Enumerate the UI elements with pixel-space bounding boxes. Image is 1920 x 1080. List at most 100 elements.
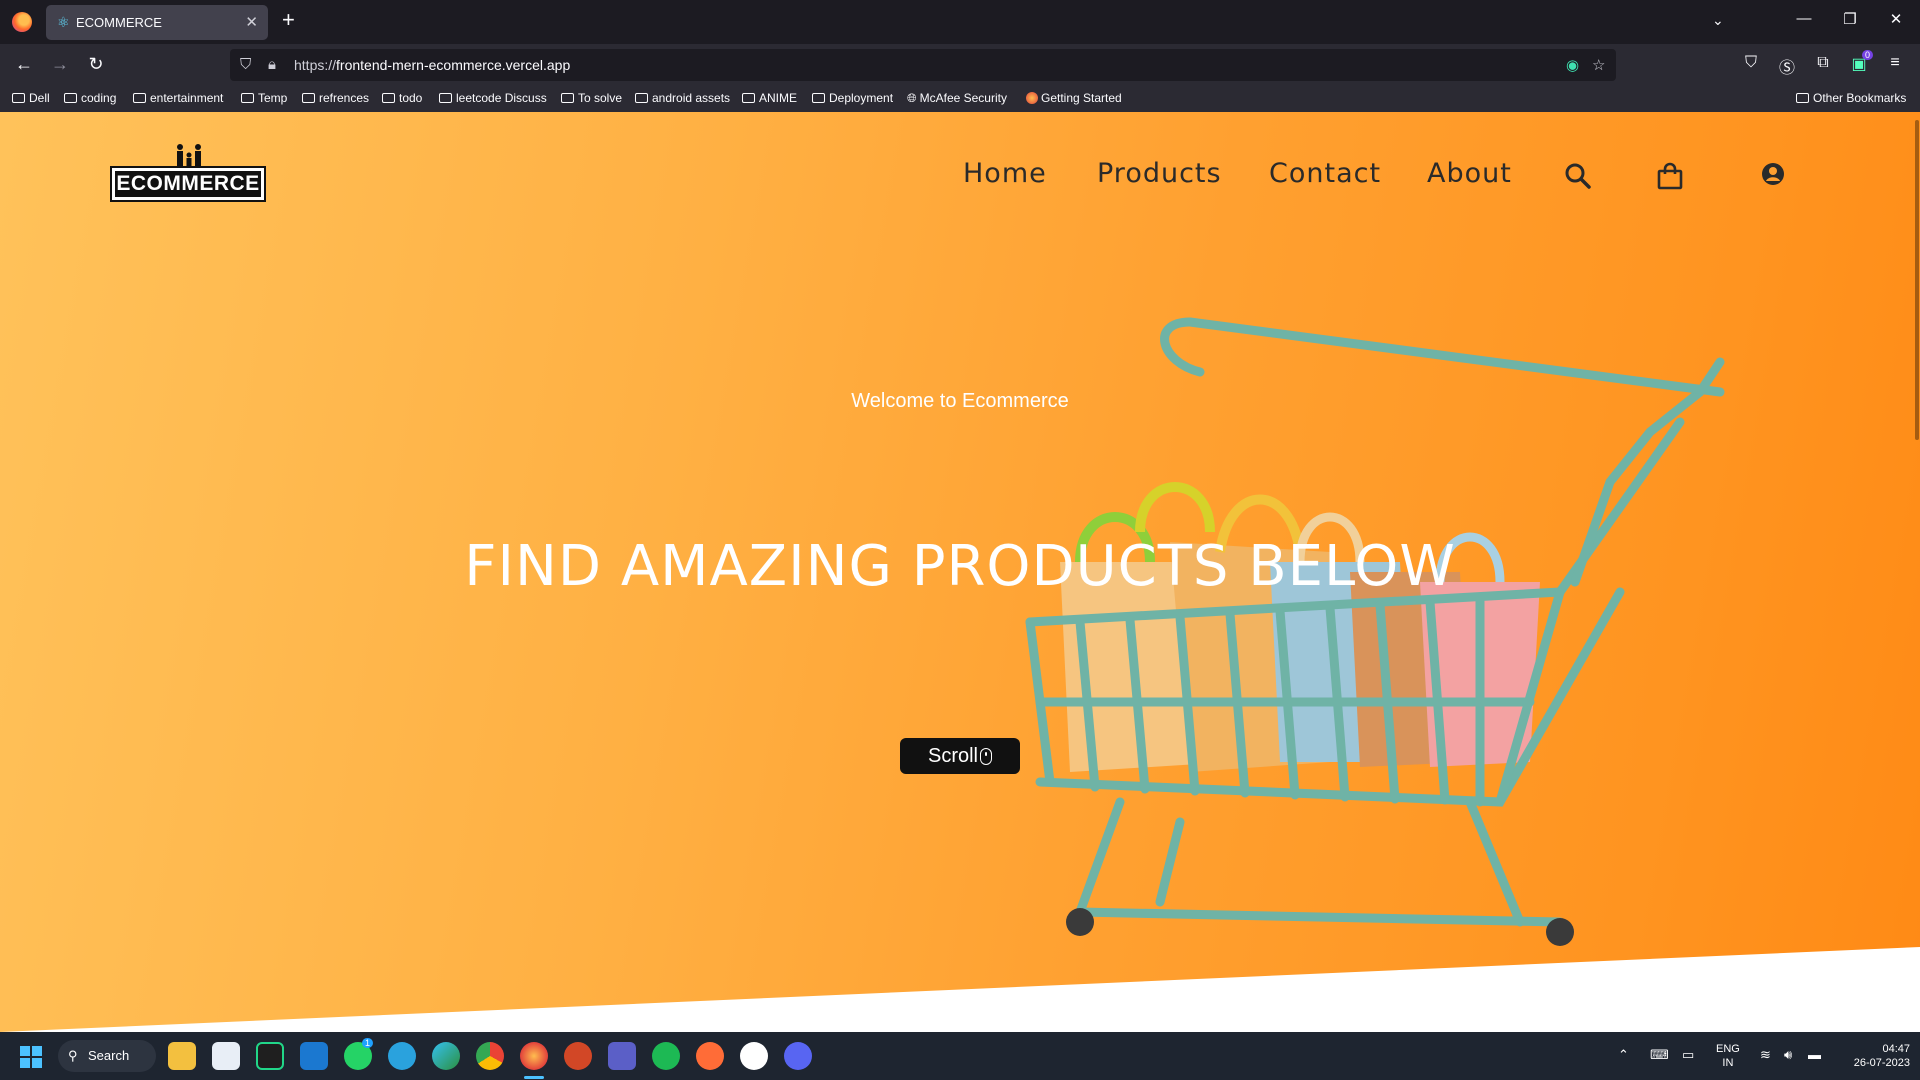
pocket-icon[interactable]: ⛉ bbox=[1740, 54, 1762, 72]
bookmark-anime[interactable]: ANIME bbox=[742, 91, 797, 105]
page-scrollbar[interactable] bbox=[1914, 112, 1920, 1032]
bookmark-leetcode-discuss[interactable]: leetcode Discuss bbox=[439, 91, 547, 105]
bookmark-todo[interactable]: todo bbox=[382, 91, 422, 105]
folder-icon bbox=[382, 93, 395, 103]
spotify-icon[interactable] bbox=[652, 1042, 680, 1070]
scroll-button[interactable]: Scroll bbox=[900, 738, 1020, 774]
show-hidden-icons-chevron-icon[interactable]: ⌃ bbox=[1618, 1048, 1629, 1062]
telegram-icon[interactable] bbox=[388, 1042, 416, 1070]
edge-icon[interactable] bbox=[432, 1042, 460, 1070]
bookmark-mcafee-security[interactable]: 🌐︎ McAfee Security bbox=[907, 91, 1007, 106]
taskbar-search-label: Search bbox=[88, 1048, 130, 1063]
firefox-small-icon bbox=[1026, 92, 1038, 104]
whatsapp-badge: 1 bbox=[362, 1038, 374, 1048]
firefox-icon[interactable] bbox=[12, 12, 32, 32]
lock-icon[interactable]: 🔒︎ bbox=[268, 56, 276, 73]
file-explorer-icon[interactable] bbox=[168, 1042, 196, 1070]
forward-icon[interactable]: → bbox=[48, 54, 72, 74]
folder-icon bbox=[133, 93, 146, 103]
globe-icon: 🌐︎ bbox=[907, 91, 917, 105]
keyboard-icon[interactable]: ⌨ bbox=[1650, 1048, 1669, 1062]
nav-contact-link[interactable]: Contact bbox=[1269, 158, 1381, 189]
scroll-button-label: Scroll bbox=[927, 745, 978, 767]
bookmark-coding[interactable]: coding bbox=[64, 91, 116, 105]
folder-icon bbox=[742, 93, 755, 103]
search-icon: ⚲ bbox=[68, 1048, 78, 1063]
welcome-text: Welcome to Ecommerce bbox=[851, 390, 1069, 412]
folder-icon bbox=[561, 93, 574, 103]
back-icon[interactable]: ← bbox=[12, 54, 36, 74]
bookmark-refrences[interactable]: refrences bbox=[302, 91, 369, 105]
page-viewport: ECOMMERCE Home Products Contact About We… bbox=[0, 112, 1920, 1032]
other-bookmarks[interactable]: Other Bookmarks bbox=[1796, 91, 1906, 105]
microsoft-store-icon[interactable] bbox=[212, 1042, 240, 1070]
folder-icon bbox=[12, 93, 25, 103]
windows-taskbar: ⚲ Search 1 ⌃ ⌨ ▭ ENG IN ≋ 🔊︎ ▬ 04:47 26-07-… bbox=[0, 1032, 1920, 1080]
browser-navigation-bar: ← → ↻ ⛉ 🔒︎ https://frontend-mern-ecommer… bbox=[0, 44, 1920, 86]
react-favicon-icon: ⚛ bbox=[57, 14, 70, 30]
taskbar-search[interactable]: ⚲ Search bbox=[58, 1040, 156, 1072]
close-window-icon[interactable]: ✕ bbox=[1876, 10, 1916, 28]
nav-home-link[interactable]: Home bbox=[963, 158, 1047, 189]
extension-badge-count: 0 bbox=[1862, 50, 1874, 60]
folder-icon bbox=[1796, 93, 1809, 103]
bookmark-deployment[interactable]: Deployment bbox=[812, 91, 893, 105]
video-editor-icon[interactable] bbox=[608, 1042, 636, 1070]
mongodb-compass-icon[interactable] bbox=[740, 1042, 768, 1070]
scrollbar-thumb[interactable] bbox=[1915, 120, 1919, 440]
firefox-taskbar-icon[interactable] bbox=[520, 1042, 548, 1070]
extensions-puzzle-icon[interactable]: ⧉ bbox=[1812, 54, 1834, 72]
browser-tab-strip: ⚛ ECOMMERCE ✕ + ⌄ — ❐ ✕ bbox=[0, 0, 1920, 44]
bookmark-dell[interactable]: Dell bbox=[12, 91, 50, 105]
battery-icon[interactable]: ▬ bbox=[1808, 1048, 1821, 1062]
extension-target-icon[interactable]: ◉ bbox=[1566, 56, 1579, 74]
language-indicator[interactable]: ENG IN bbox=[1716, 1042, 1740, 1070]
discord-icon[interactable] bbox=[784, 1042, 812, 1070]
volume-icon[interactable]: 🔊︎ bbox=[1784, 1048, 1792, 1062]
shopping-bag-icon[interactable] bbox=[1657, 162, 1683, 190]
folder-icon bbox=[302, 93, 315, 103]
minimize-icon[interactable]: — bbox=[1784, 10, 1824, 27]
bookmark-android-assets[interactable]: android assets bbox=[635, 91, 730, 105]
bookmark-star-icon[interactable]: ☆ bbox=[1592, 56, 1605, 74]
tab-ecommerce[interactable]: ⚛ ECOMMERCE ✕ bbox=[46, 5, 268, 40]
ecommerce-logo[interactable]: ECOMMERCE bbox=[110, 144, 266, 212]
folder-icon bbox=[64, 93, 77, 103]
mouse-icon bbox=[980, 748, 992, 765]
powerpoint-icon[interactable] bbox=[564, 1042, 592, 1070]
menu-hamburger-icon[interactable]: ≡ bbox=[1884, 54, 1906, 72]
url-text[interactable]: https://frontend-mern-ecommerce.vercel.a… bbox=[294, 57, 570, 73]
restore-icon[interactable]: ❐ bbox=[1830, 10, 1870, 28]
nav-about-link[interactable]: About bbox=[1427, 158, 1512, 189]
family-logo-icon bbox=[177, 144, 201, 167]
account-s-icon[interactable]: Ⓢ bbox=[1776, 54, 1798, 78]
user-account-icon[interactable] bbox=[1761, 162, 1785, 186]
clock[interactable]: 04:47 26-07-2023 bbox=[1840, 1042, 1910, 1070]
pycharm-icon[interactable] bbox=[256, 1042, 284, 1070]
folder-icon bbox=[241, 93, 254, 103]
list-all-tabs-icon[interactable]: ⌄ bbox=[1712, 12, 1724, 29]
display-icon[interactable]: ▭ bbox=[1682, 1048, 1694, 1062]
folder-icon bbox=[812, 93, 825, 103]
chrome-icon[interactable] bbox=[476, 1042, 504, 1070]
reload-icon[interactable]: ↻ bbox=[84, 54, 108, 74]
tracking-protection-shield-icon[interactable]: ⛉ bbox=[240, 56, 251, 73]
folder-icon bbox=[635, 93, 648, 103]
bookmark-entertainment[interactable]: entertainment bbox=[133, 91, 223, 105]
wifi-icon[interactable]: ≋ bbox=[1760, 1048, 1771, 1062]
vscode-icon[interactable] bbox=[300, 1042, 328, 1070]
search-icon[interactable] bbox=[1564, 162, 1592, 190]
bookmark-temp[interactable]: Temp bbox=[241, 91, 287, 105]
bookmark-to-solve[interactable]: To solve bbox=[561, 91, 622, 105]
nav-products-link[interactable]: Products bbox=[1097, 158, 1222, 189]
close-tab-icon[interactable]: ✕ bbox=[245, 13, 258, 31]
active-app-indicator bbox=[524, 1076, 544, 1079]
url-bar[interactable]: ⛉ 🔒︎ https://frontend-mern-ecommerce.ver… bbox=[230, 49, 1616, 81]
bookmarks-toolbar: Dell coding entertainment Temp refrences… bbox=[0, 86, 1920, 112]
windows-start-icon[interactable] bbox=[20, 1046, 42, 1068]
hero-headline: FIND AMAZING PRODUCTS BELOW bbox=[464, 534, 1456, 599]
new-tab-icon[interactable]: + bbox=[282, 9, 295, 31]
postman-icon[interactable] bbox=[696, 1042, 724, 1070]
tab-title: ECOMMERCE bbox=[76, 15, 162, 30]
bookmark-getting-started[interactable]: Getting Started bbox=[1026, 91, 1122, 105]
